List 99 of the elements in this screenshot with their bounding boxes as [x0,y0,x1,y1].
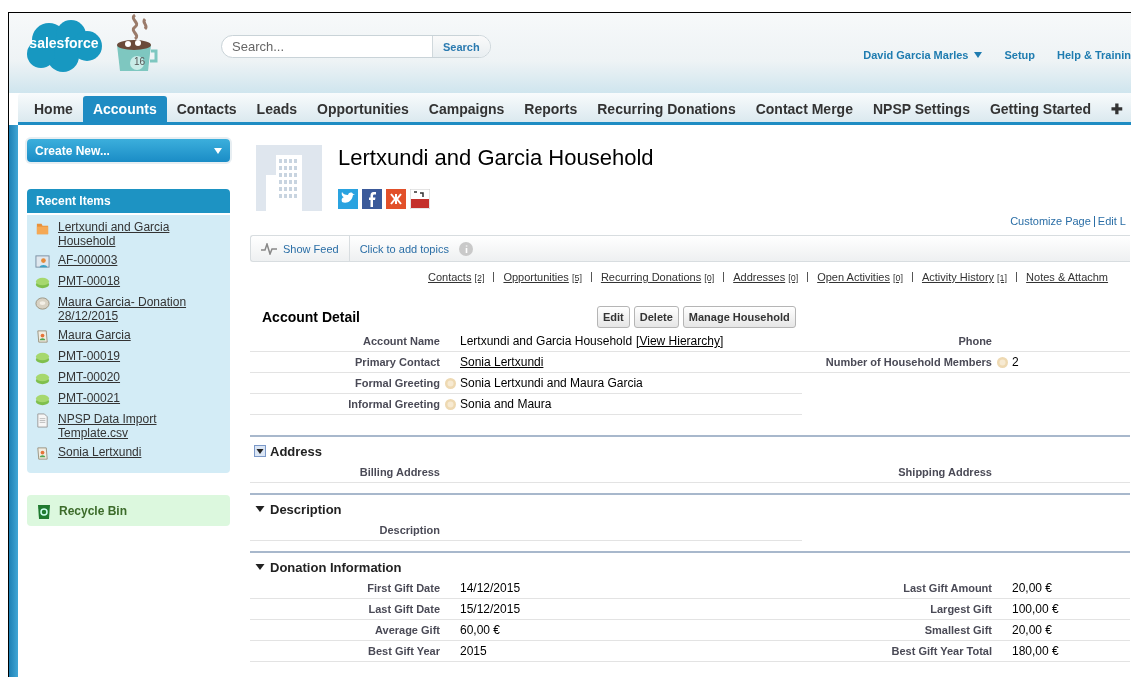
facebook-icon[interactable] [362,189,382,209]
caret-icon[interactable] [214,147,222,154]
user-menu[interactable]: David Garcia Marles [863,49,969,61]
related-list-link[interactable]: Contacts [2] [428,271,485,283]
field-label: Billing Address [358,466,440,478]
field-link[interactable]: Sonia Lertxundi [460,355,544,369]
field-label: Average Gift [374,624,440,636]
money-icon [35,350,50,365]
header-link[interactable]: Setup [1004,49,1036,61]
field-label: Account Name [361,335,440,347]
field-label: Smallest Gift [923,624,992,636]
customize-page-link[interactable]: Customize Page [1010,215,1091,227]
search-button[interactable]: Search [432,36,490,57]
header-link[interactable]: Help & Trainin [1057,49,1131,61]
nav-tab[interactable]: Opportunities [307,96,419,122]
section-title: Address [270,443,323,459]
field-value: 2015 [460,644,487,658]
info-icon [458,241,473,256]
money-icon [35,371,50,386]
section-title: Donation Information [270,559,402,575]
search-field[interactable]: Search... Search [221,35,491,58]
field-label: Primary Contact [354,356,440,368]
nav-tab[interactable]: Reports [514,96,588,122]
recent-items-header: Recent Items [27,189,230,213]
nav-tab[interactable]: Contact Merge [745,96,863,122]
folder-icon [35,221,50,236]
recent-item-link[interactable]: AF-000003 [58,253,118,267]
edit-layout-link[interactable]: Edit L [1097,215,1126,227]
field-label: Best Gift Year [367,645,440,657]
view-hierarchy-link[interactable]: [View Hierarchy] [636,334,724,348]
nav-tab[interactable]: NPSP Settings [862,96,980,122]
recent-item-link[interactable]: Maura Garcia [58,328,131,342]
field-label: Phone [957,335,992,347]
add-topics-link[interactable]: Click to add topics [349,242,459,255]
field-value: 15/12/2015 [460,602,521,616]
document-icon [35,413,50,428]
collapse-icon[interactable] [254,445,266,457]
nav-tab[interactable]: Home [24,96,83,122]
recent-item-link[interactable]: Sonia Lertxundi [58,445,142,459]
field-value: 14/12/2015 [460,581,521,595]
caret-icon[interactable] [974,52,983,58]
contact-icon [35,446,50,461]
nav-tab[interactable]: Contacts [166,96,247,122]
recent-item-link[interactable]: Lertxundi and Garcia Household [58,220,222,248]
add-tab-button[interactable]: ✚ [1101,96,1131,122]
section-title: Description [270,501,342,517]
field-label: Informal Greeting [347,398,440,410]
field-label: Formal Greeting [354,377,440,389]
show-feed-button[interactable]: Show Feed [251,236,350,261]
nav-tab[interactable]: Campaigns [418,96,515,122]
pulse-icon [261,242,277,255]
related-list-link[interactable]: Open Activities [0] [817,271,903,283]
nav-tab[interactable]: Leads [246,96,308,122]
contact-icon [35,329,50,344]
twitter-icon[interactable] [338,189,358,209]
field-value: Sonia and Maura [460,397,552,411]
related-list-link[interactable]: Activity History [1] [921,271,1008,283]
field-value: 100,00 € [1012,602,1059,616]
field-label: Number of Household Members [824,356,992,368]
person-card-icon [35,254,50,269]
recent-item-link[interactable]: PMT-00021 [58,391,121,405]
field-label: First Gift Date [366,582,440,594]
coin-icon [35,296,50,311]
related-list-link[interactable]: Recurring Donations [0] [600,271,715,283]
recent-item-link[interactable]: PMT-00018 [58,274,121,288]
field-value: Lertxundi and Garcia Household [460,334,633,348]
money-icon [35,392,50,407]
nav-tab[interactable]: Getting Started [979,96,1102,122]
field-value: 2 [1012,355,1019,369]
recycle-bin-button[interactable]: Recycle Bin [27,495,230,526]
recent-item-link[interactable]: Maura Garcia- Donation 28/12/2015 [58,295,222,323]
field-label: Largest Gift [929,603,992,615]
field-value: 180,00 € [1012,644,1059,658]
field-value: 20,00 € [1012,581,1053,595]
mug-drawing: 16 [111,13,163,77]
record-title: Lertxundi and Garcia Household [338,145,654,171]
section-title: Account Detail [262,309,361,325]
field-value: 20,00 € [1012,623,1053,637]
recent-item-link[interactable]: PMT-00019 [58,349,121,363]
action-button[interactable]: Manage Household [682,306,796,328]
related-list-link[interactable]: Opportunities [5] [503,271,582,283]
recent-item-link[interactable]: PMT-00020 [58,370,121,384]
recent-item-link[interactable]: NPSP Data Import Template.csv [58,412,222,440]
nav-tab[interactable]: Accounts [82,96,167,122]
field-label: Last Gift Date [367,603,440,615]
action-button[interactable]: Delete [633,306,679,328]
field-label: Best Gift Year Total [890,645,992,657]
building-icon [256,145,322,211]
related-list-link[interactable]: Addresses [0] [733,271,799,283]
money-icon [35,275,50,290]
field-value: Sonia Lertxundi and Maura Garcia [460,376,643,390]
field-value: 60,00 € [460,623,501,637]
action-button[interactable]: Edit [597,306,630,328]
field-label: Shipping Address [897,466,992,478]
trash-icon [37,502,51,519]
field-label: Last Gift Amount [902,582,992,594]
related-list-link[interactable]: Notes & Attachm [1026,271,1109,283]
field-label: Description [378,524,440,536]
nav-tab[interactable]: Recurring Donations [587,96,746,122]
